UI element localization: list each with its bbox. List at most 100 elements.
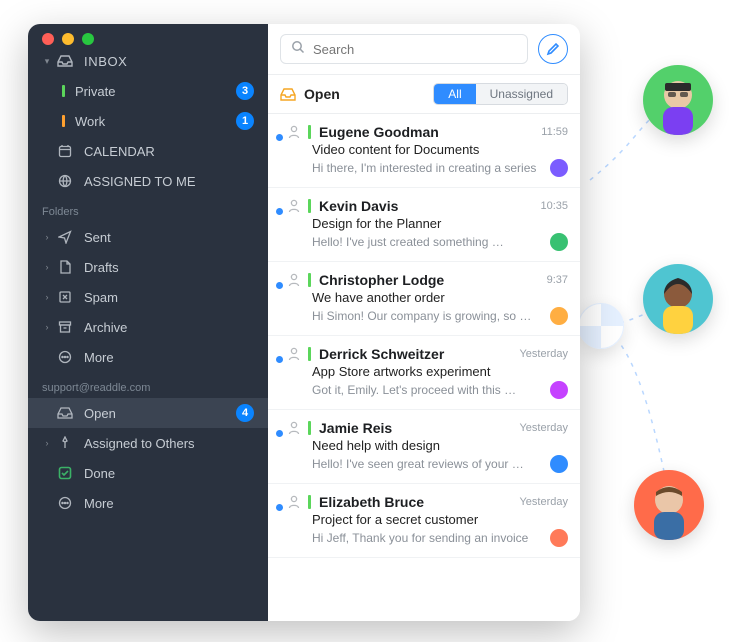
message-time: Yesterday bbox=[519, 422, 568, 434]
avatar bbox=[550, 233, 568, 251]
assignee-icon bbox=[288, 125, 300, 139]
message-sender: Jamie Reis bbox=[319, 420, 511, 436]
color-swatch bbox=[308, 199, 311, 213]
sidebar-item-inbox[interactable]: ▾ INBOX bbox=[28, 46, 268, 76]
assignee-icon bbox=[288, 273, 300, 287]
unread-dot-icon bbox=[276, 430, 283, 437]
sidebar-item-more-folders[interactable]: More bbox=[28, 342, 268, 372]
message-time: 11:59 bbox=[541, 126, 568, 138]
message-sender: Christopher Lodge bbox=[319, 272, 539, 288]
message-subject: Design for the Planner bbox=[288, 216, 568, 231]
sidebar-item-assigned-to-me[interactable]: ASSIGNED TO ME bbox=[28, 166, 268, 196]
assignee-icon bbox=[288, 199, 300, 213]
search-icon bbox=[291, 40, 305, 59]
chevron-right-icon: › bbox=[42, 262, 52, 272]
assigned-icon bbox=[56, 436, 74, 450]
sidebar-label: More bbox=[84, 350, 254, 365]
sidebar-label: CALENDAR bbox=[84, 144, 254, 159]
badge: 4 bbox=[236, 404, 254, 422]
drafts-icon bbox=[56, 260, 74, 274]
avatar bbox=[550, 455, 568, 473]
message-row[interactable]: Kevin Davis 10:35 Design for the Planner… bbox=[268, 188, 580, 262]
seg-unassigned-button[interactable]: Unassigned bbox=[476, 84, 567, 104]
badge: 3 bbox=[236, 82, 254, 100]
team-avatar-2 bbox=[643, 264, 713, 334]
sidebar-item-drafts[interactable]: › Drafts bbox=[28, 252, 268, 282]
sidebar-item-work[interactable]: Work 1 bbox=[28, 106, 268, 136]
globe-icon bbox=[56, 174, 74, 188]
chevron-down-icon: ▾ bbox=[42, 56, 52, 67]
message-sender: Derrick Schweitzer bbox=[319, 346, 511, 362]
close-icon[interactable] bbox=[42, 33, 54, 45]
sidebar-label: Spam bbox=[84, 290, 254, 305]
message-sender: Eugene Goodman bbox=[319, 124, 533, 140]
team-avatar-3 bbox=[634, 470, 704, 540]
unread-dot-icon bbox=[276, 504, 283, 511]
message-list[interactable]: Eugene Goodman 11:59 Video content for D… bbox=[268, 114, 580, 621]
spam-icon bbox=[56, 290, 74, 304]
unread-dot-icon bbox=[276, 208, 283, 215]
sidebar-item-more-account[interactable]: More bbox=[28, 488, 268, 518]
hub-node bbox=[578, 303, 624, 349]
sidebar-section-folders: Folders bbox=[28, 196, 268, 222]
avatar bbox=[550, 159, 568, 177]
sidebar-item-open[interactable]: Open 4 bbox=[28, 398, 268, 428]
archive-icon bbox=[56, 320, 74, 334]
message-subject: Project for a secret customer bbox=[288, 512, 568, 527]
team-avatar-1 bbox=[643, 65, 713, 135]
search-input[interactable] bbox=[280, 34, 528, 64]
sent-icon bbox=[56, 230, 74, 244]
assignee-icon bbox=[288, 347, 300, 361]
message-row[interactable]: Elizabeth Bruce Yesterday Project for a … bbox=[268, 484, 580, 558]
message-preview: Hi there, I'm interested in creating a s… bbox=[312, 161, 542, 175]
message-subject: App Store artworks experiment bbox=[288, 364, 568, 379]
chevron-right-icon: › bbox=[42, 232, 52, 242]
avatar bbox=[550, 529, 568, 547]
sidebar-label: Private bbox=[75, 84, 236, 99]
sidebar-item-archive[interactable]: › Archive bbox=[28, 312, 268, 342]
sidebar-item-spam[interactable]: › Spam bbox=[28, 282, 268, 312]
sidebar-label: Drafts bbox=[84, 260, 254, 275]
message-preview: Hello! I've just created something … bbox=[312, 235, 542, 249]
message-row[interactable]: Jamie Reis Yesterday Need help with desi… bbox=[268, 410, 580, 484]
color-swatch bbox=[308, 273, 311, 287]
assignee-icon bbox=[288, 421, 300, 435]
sidebar-item-sent[interactable]: › Sent bbox=[28, 222, 268, 252]
avatar bbox=[550, 381, 568, 399]
message-time: 9:37 bbox=[547, 274, 568, 286]
message-row[interactable]: Christopher Lodge 9:37 We have another o… bbox=[268, 262, 580, 336]
avatar bbox=[550, 307, 568, 325]
content-pane: Open All Unassigned Eugene Goodman 11:59… bbox=[268, 24, 580, 621]
sidebar-label: Sent bbox=[84, 230, 254, 245]
list-header: Open All Unassigned bbox=[268, 75, 580, 114]
message-row[interactable]: Derrick Schweitzer Yesterday App Store a… bbox=[268, 336, 580, 410]
message-preview: Hello! I've seen great reviews of your … bbox=[312, 457, 542, 471]
list-title: Open bbox=[304, 86, 340, 102]
message-preview: Got it, Emily. Let's proceed with this … bbox=[312, 383, 542, 397]
sidebar-section-account: support@readdle.com bbox=[28, 372, 268, 398]
sidebar-label: ASSIGNED TO ME bbox=[84, 174, 254, 189]
unread-dot-icon bbox=[276, 134, 283, 141]
minimize-icon[interactable] bbox=[62, 33, 74, 45]
search-field[interactable] bbox=[313, 42, 517, 57]
color-swatch bbox=[308, 495, 311, 509]
sidebar-label: Work bbox=[75, 114, 236, 129]
compose-button[interactable] bbox=[538, 34, 568, 64]
message-row[interactable]: Eugene Goodman 11:59 Video content for D… bbox=[268, 114, 580, 188]
sidebar-item-private[interactable]: Private 3 bbox=[28, 76, 268, 106]
open-icon bbox=[280, 88, 296, 101]
seg-all-button[interactable]: All bbox=[434, 84, 475, 104]
sidebar-item-calendar[interactable]: CALENDAR bbox=[28, 136, 268, 166]
color-swatch bbox=[62, 115, 65, 127]
more-icon bbox=[56, 350, 74, 364]
more-icon bbox=[56, 496, 74, 510]
sidebar-item-assigned-others[interactable]: › Assigned to Others bbox=[28, 428, 268, 458]
maximize-icon[interactable] bbox=[82, 33, 94, 45]
sidebar-item-done[interactable]: Done bbox=[28, 458, 268, 488]
message-sender: Kevin Davis bbox=[319, 198, 532, 214]
done-icon bbox=[56, 466, 74, 480]
sidebar-label: Assigned to Others bbox=[84, 436, 254, 451]
color-swatch bbox=[308, 125, 311, 139]
sidebar-inbox-label: INBOX bbox=[84, 54, 254, 69]
color-swatch bbox=[308, 421, 311, 435]
